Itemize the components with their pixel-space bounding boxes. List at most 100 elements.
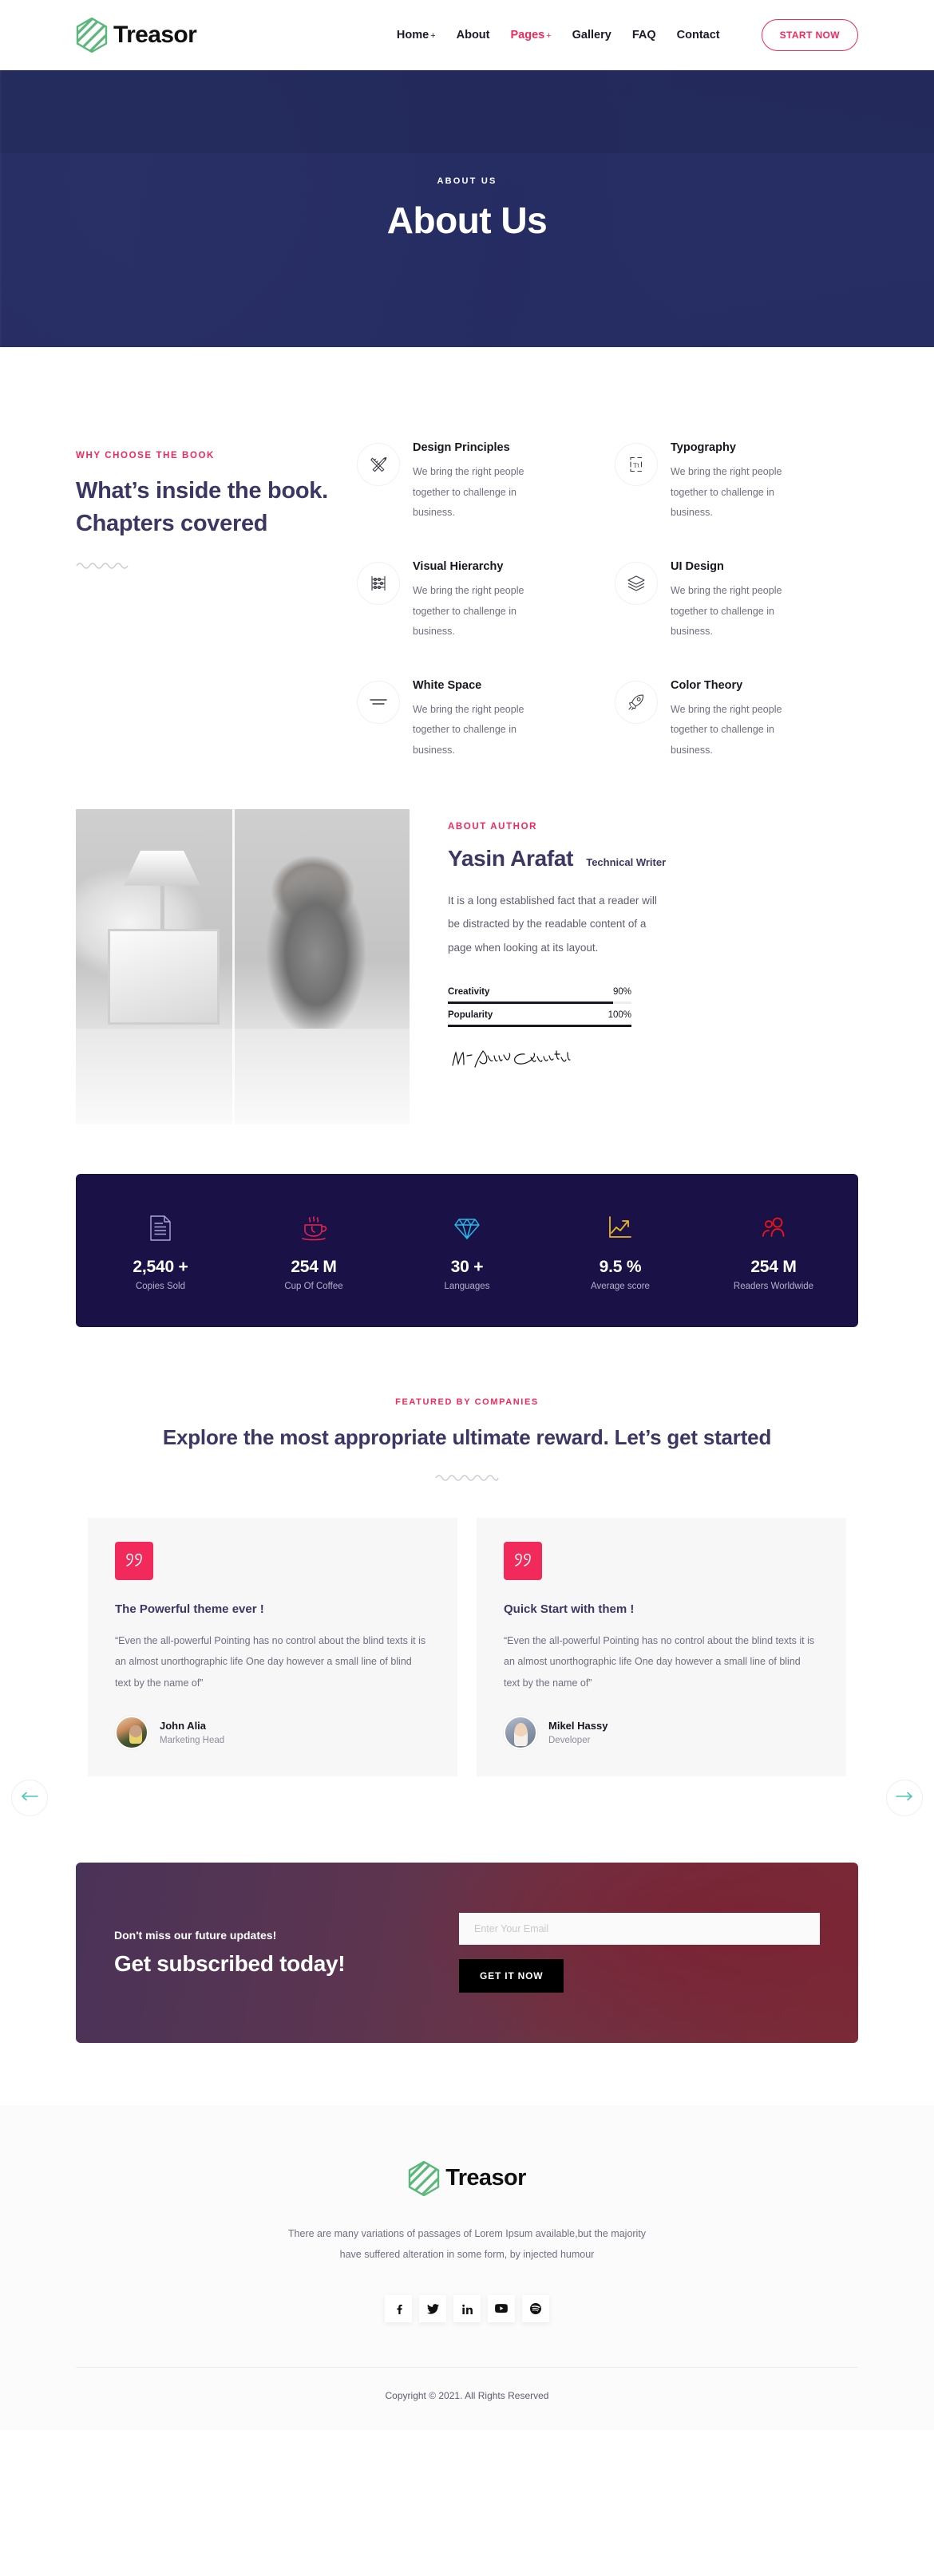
plus-icon: + [546, 31, 552, 41]
footer-brand-name: Treasor [445, 2165, 526, 2191]
carousel-prev-button[interactable] [11, 1780, 48, 1816]
page-title: About Us [386, 199, 548, 241]
subscribe-subtitle: Don't miss our future updates! [114, 1928, 277, 1942]
arrow-left-icon [21, 1791, 38, 1805]
stat-number: 30 + [450, 1257, 484, 1276]
hero-banner: ABOUT US About Us [0, 70, 934, 347]
stats-section: 2,540 + Copies Sold 254 M Cup Of Coffee [0, 1124, 934, 1327]
feature-desc: We bring the right people together to ch… [671, 466, 782, 519]
twitter-icon[interactable] [419, 2295, 446, 2323]
author-role: Technical Writer [586, 855, 667, 868]
person-role: Marketing Head [160, 1735, 225, 1745]
author-photo [76, 808, 410, 1124]
stat-label: Cup Of Coffee [284, 1281, 343, 1291]
stat-number: 2,540 + [133, 1257, 188, 1276]
testimonials-eyebrow: FEATURED BY COMPANIES [395, 1397, 539, 1407]
diamond-icon [390, 1210, 544, 1247]
site-footer: Treasor There are many variations of pas… [0, 2104, 934, 2431]
skill-value: 100% [607, 1009, 631, 1020]
stat-item: 9.5 % Average score [544, 1210, 697, 1291]
nav-label: Home [396, 29, 429, 41]
feature-title: UI Design [671, 559, 724, 573]
site-header: Treasor Home + About Pages + Gallery FAQ C… [0, 0, 934, 70]
brand-name: Treasor [113, 22, 197, 48]
subscribe-banner: Don't miss our future updates! Get subsc… [76, 1862, 858, 2043]
youtube-icon[interactable] [488, 2295, 515, 2323]
feature-title: Typography [671, 441, 736, 454]
feature-title: Visual Hierarchy [413, 559, 504, 573]
testimonial-card: Quick Start with them ! “Even the all-po… [477, 1518, 846, 1776]
skill-progress-track [448, 1001, 631, 1004]
carousel-next-button[interactable] [886, 1780, 923, 1816]
feature-item: Tt Typography We bring the right people … [615, 441, 858, 523]
nav-item-gallery[interactable]: Gallery [572, 29, 611, 41]
testimonial-person: Mikel Hassy Developer [504, 1715, 819, 1749]
avatar [115, 1715, 148, 1749]
author-eyebrow: ABOUT AUTHOR [448, 821, 538, 832]
feature-desc: We bring the right people together to ch… [413, 466, 524, 519]
nav-label: About [456, 29, 490, 41]
testimonial-text: “Even the all-powerful Pointing has no c… [115, 1635, 426, 1689]
subscribe-form: GET IT NOW [459, 1912, 820, 1993]
author-name: Yasin Arafat [448, 845, 574, 871]
author-info: ABOUT AUTHOR Yasin Arafat Technical Writ… [448, 809, 858, 1076]
people-icon [697, 1210, 850, 1247]
facebook-icon[interactable] [385, 2295, 412, 2323]
about-author-section: ABOUT AUTHOR Yasin Arafat Technical Writ… [0, 808, 934, 1124]
ruler-pencil-icon [357, 443, 400, 486]
stat-item: 254 M Cup Of Coffee [237, 1210, 390, 1291]
feature-title: Design Principles [413, 441, 510, 454]
page-root: Treasor Home + About Pages + Gallery FAQ C… [0, 0, 934, 2431]
layers-icon [615, 561, 658, 605]
stat-number: 254 M [291, 1257, 337, 1276]
rocket-icon [615, 680, 658, 724]
features-section: WHY CHOOSE THE BOOK What’s inside the bo… [0, 347, 934, 761]
coffee-cup-icon [237, 1210, 390, 1247]
abacus-icon [357, 561, 400, 605]
growth-chart-icon [544, 1210, 697, 1247]
start-now-button[interactable]: START NOW [761, 19, 858, 51]
nav-item-about[interactable]: About [457, 29, 490, 41]
nav-item-contact[interactable]: Contact [677, 29, 720, 41]
stat-item: 2,540 + Copies Sold [84, 1210, 237, 1291]
document-icon [84, 1210, 237, 1247]
footer-brand-logo[interactable]: Treasor [0, 2160, 934, 2196]
stat-label: Average score [591, 1281, 650, 1291]
nav-item-pages[interactable]: Pages + [510, 29, 551, 41]
feature-item: Color Theory We bring the right people t… [615, 679, 858, 761]
svg-text:Tt: Tt [633, 460, 639, 468]
stat-item: 30 + Languages [390, 1210, 544, 1291]
typography-icon: Tt [615, 443, 658, 486]
features-grid: Design Principles We bring the right peo… [339, 441, 858, 761]
quote-icon [504, 1542, 542, 1581]
copyright-text: Copyright © 2021. All Rights Reserved [385, 2390, 549, 2402]
hero-eyebrow: ABOUT US [437, 176, 497, 186]
squiggle-divider-icon [0, 1473, 934, 1481]
author-signature [448, 1045, 858, 1076]
nav-label: Gallery [572, 29, 611, 41]
person-name: Mikel Hassy [548, 1719, 608, 1732]
linkedin-icon[interactable] [453, 2295, 481, 2323]
subscribe-title: Get subscribed today! [114, 1950, 346, 1976]
brand-logo[interactable]: Treasor [76, 18, 197, 53]
person-role: Developer [548, 1735, 591, 1745]
skill-item: Popularity 100% [448, 1010, 631, 1027]
spotify-icon[interactable] [522, 2295, 549, 2323]
nav-item-faq[interactable]: FAQ [632, 29, 656, 41]
stat-label: Copies Sold [135, 1281, 185, 1291]
nav-label: Contact [676, 29, 720, 41]
stat-label: Languages [444, 1281, 490, 1291]
footer-description: There are many variations of passages of… [287, 2227, 647, 2261]
social-links [0, 2295, 934, 2323]
email-input[interactable] [459, 1912, 820, 1945]
skill-name: Creativity [448, 986, 490, 997]
desk-surface [76, 1028, 410, 1124]
testimonial-text: “Even the all-powerful Pointing has no c… [504, 1635, 815, 1689]
main-nav: Home + About Pages + Gallery FAQ Contact S… [397, 19, 858, 51]
stat-number: 254 M [750, 1257, 797, 1276]
feature-item: Visual Hierarchy We bring the right peop… [357, 560, 600, 642]
nav-item-home[interactable]: Home + [397, 29, 436, 41]
skill-progress-track [448, 1024, 631, 1027]
get-it-now-button[interactable]: GET IT NOW [459, 1958, 564, 1993]
testimonials-heading: Explore the most appropriate ultimate re… [162, 1424, 772, 1449]
